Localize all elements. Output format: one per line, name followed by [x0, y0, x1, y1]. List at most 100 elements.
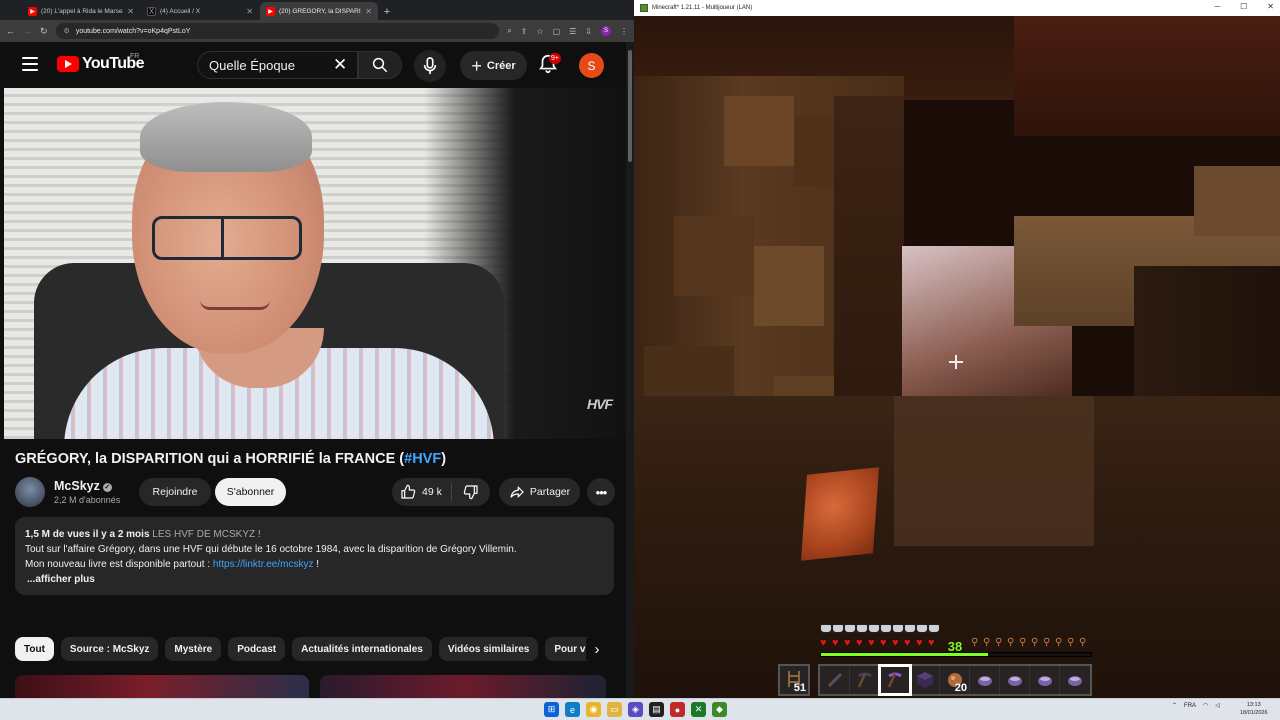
- hotbar-slot-9[interactable]: [1060, 666, 1090, 694]
- hunger-drumstick-icon: ⚲: [971, 637, 979, 648]
- volume-icon[interactable]: ◁: [1215, 702, 1220, 709]
- linktree-link[interactable]: https://linktr.ee/mcskyz: [213, 559, 314, 570]
- start-windows-icon[interactable]: ⊞: [544, 702, 559, 717]
- chip-similar[interactable]: Vidéos similaires: [438, 637, 539, 661]
- tray-chevron-icon[interactable]: ⌃: [1172, 702, 1177, 709]
- tab-x-home[interactable]: X (4) Accueil / X ✕: [141, 2, 259, 20]
- heart-icon: ♥: [916, 637, 923, 649]
- profile-avatar[interactable]: S: [601, 26, 611, 36]
- chrome-browser-icon[interactable]: ◉: [586, 702, 601, 717]
- game-app-icon[interactable]: ●: [670, 702, 685, 717]
- youtube-favicon-icon: ▶: [28, 6, 37, 16]
- game-viewport[interactable]: [634, 16, 1280, 698]
- armor-bar: [820, 624, 940, 633]
- zoom-icon[interactable]: ⌕: [507, 26, 511, 36]
- tab-search-icon[interactable]: ☰: [569, 27, 576, 36]
- hashtag-link[interactable]: #HVF: [404, 451, 441, 467]
- menu-icon[interactable]: ⋮: [620, 27, 628, 36]
- minecraft-taskbar-icon[interactable]: ◆: [712, 702, 727, 717]
- channel-name[interactable]: McSkyz ✓: [54, 479, 112, 493]
- chip-all[interactable]: Tout: [15, 637, 54, 661]
- hotbar-slot-3-selected[interactable]: [878, 664, 912, 696]
- share-page-icon[interactable]: ⇪: [521, 27, 528, 36]
- hotbar-slot-7[interactable]: [1000, 666, 1030, 694]
- minimize-icon[interactable]: ─: [1214, 2, 1220, 11]
- tab-rida[interactable]: ▶ (20) L'appel à Rida le Marseilla ✕: [22, 2, 140, 20]
- chevron-right-icon[interactable]: ›: [586, 638, 608, 660]
- hotbar-slot-8[interactable]: [1030, 666, 1060, 694]
- video-person-mouth: [200, 300, 270, 310]
- extensions-icon[interactable]: ▢: [553, 27, 561, 36]
- maximize-icon[interactable]: ☐: [1240, 2, 1247, 11]
- more-actions-icon[interactable]: •••: [587, 478, 615, 506]
- account-avatar[interactable]: S: [579, 53, 604, 78]
- close-tab-icon[interactable]: ✕: [127, 7, 134, 16]
- bookmark-star-icon[interactable]: ☆: [536, 27, 543, 36]
- address-bar[interactable]: ⚙ youtube.com/watch?v=oKp4qPstLoY: [55, 23, 500, 39]
- like-dislike-group: 49 k: [392, 478, 490, 506]
- enchanted-pickaxe-icon: [887, 672, 902, 688]
- page-scrollbar[interactable]: [626, 42, 634, 698]
- share-arrow-icon: [510, 485, 524, 499]
- share-label: Partager: [529, 486, 571, 498]
- dislike-button[interactable]: [452, 484, 490, 500]
- hotbar-slot-2[interactable]: [850, 666, 880, 694]
- video-player[interactable]: HVF: [4, 88, 626, 439]
- like-button[interactable]: 49 k: [392, 483, 452, 501]
- hunger-drumstick-icon: ⚲: [1019, 637, 1027, 648]
- new-tab-button[interactable]: +: [379, 6, 395, 18]
- related-video-thumbnail[interactable]: [320, 675, 606, 698]
- input-language[interactable]: FRA: [1184, 703, 1196, 709]
- series-tag[interactable]: LES HVF DE MCSKYZ !: [152, 529, 260, 540]
- share-button[interactable]: Partager: [499, 478, 580, 506]
- description-box[interactable]: 1,5 M de vues il y a 2 mois LES HVF DE M…: [15, 517, 614, 595]
- channel-avatar[interactable]: [15, 477, 45, 507]
- clear-search-icon[interactable]: ✕: [333, 56, 347, 73]
- reload-icon[interactable]: ↻: [40, 26, 48, 37]
- edge-browser-icon[interactable]: e: [565, 702, 580, 717]
- search-icon: [372, 57, 388, 73]
- hunger-drumstick-icon: ⚲: [1007, 637, 1015, 648]
- terminal-icon[interactable]: ▤: [649, 702, 664, 717]
- search-button[interactable]: [358, 51, 402, 79]
- forward-icon[interactable]: →: [23, 26, 32, 36]
- subscribe-button[interactable]: S'abonner: [215, 478, 286, 506]
- description-line-end: !: [313, 559, 320, 570]
- scrollbar-thumb[interactable]: [628, 50, 632, 162]
- menu-hamburger-icon[interactable]: [22, 57, 38, 71]
- chip-international[interactable]: Actualités internationales: [292, 637, 432, 661]
- youtube-play-logo-icon: [57, 56, 79, 72]
- tab-gregory[interactable]: ▶ (20) GRÉGORY, la DISPARITIO ✕: [260, 2, 378, 20]
- channel-watermark[interactable]: HVF: [587, 396, 613, 412]
- close-window-icon[interactable]: ✕: [1267, 2, 1274, 11]
- file-explorer-icon[interactable]: ▭: [607, 702, 622, 717]
- health-bar: ♥ ♥ ♥ ♥ ♥ ♥ ♥ ♥ ♥ ♥: [820, 637, 940, 649]
- hunger-drumstick-icon: ⚲: [995, 637, 1003, 648]
- back-icon[interactable]: ←: [6, 26, 15, 36]
- close-tab-icon[interactable]: ✕: [246, 7, 253, 16]
- xbox-icon[interactable]: ✕: [691, 702, 706, 717]
- hotbar-slot-6[interactable]: [970, 666, 1000, 694]
- wifi-icon[interactable]: ◠: [1203, 702, 1208, 709]
- show-more-link[interactable]: ...afficher plus: [25, 572, 604, 587]
- hotbar: 20: [818, 664, 1092, 696]
- voice-search-button[interactable]: [414, 50, 446, 82]
- site-info-icon[interactable]: ⚙: [64, 27, 70, 35]
- offhand-slot[interactable]: 51: [778, 664, 810, 696]
- chip-source[interactable]: Source : McSkyz: [60, 637, 159, 661]
- create-button[interactable]: + Créer: [460, 51, 527, 80]
- close-tab-icon[interactable]: ✕: [365, 7, 372, 16]
- chip-mystery[interactable]: Mystère: [165, 637, 222, 661]
- clock-date: 18/01/2026: [1240, 710, 1268, 716]
- slot-count: 20: [954, 682, 967, 694]
- downloads-icon[interactable]: ⇩: [585, 27, 592, 36]
- hotbar-slot-5[interactable]: 20: [940, 666, 970, 694]
- app-icon[interactable]: ◈: [628, 702, 643, 717]
- chip-podcast[interactable]: Podcast: [228, 637, 286, 661]
- related-video-thumbnail[interactable]: [15, 675, 309, 698]
- hotbar-slot-1[interactable]: [820, 666, 850, 694]
- system-clock[interactable]: 13:13 18/01/2026: [1240, 701, 1268, 717]
- hotbar-slot-4[interactable]: [910, 666, 940, 694]
- join-button[interactable]: Rejoindre: [139, 478, 211, 506]
- armor-point-icon: [892, 624, 904, 633]
